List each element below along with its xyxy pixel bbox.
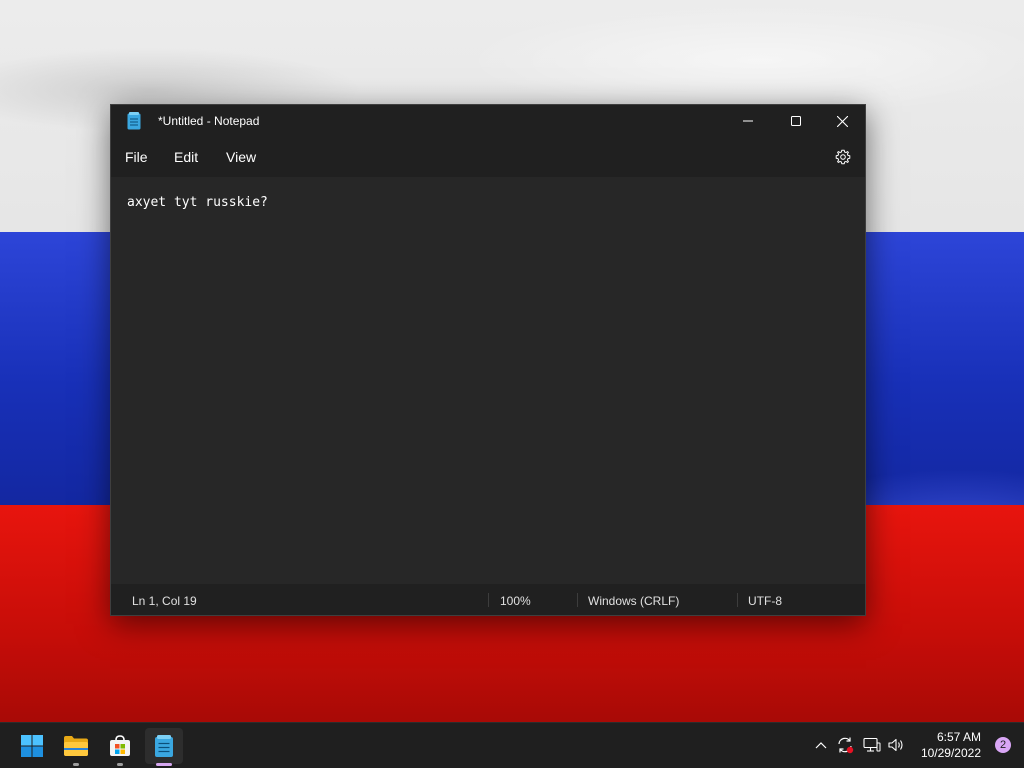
- minimize-button[interactable]: [725, 105, 771, 137]
- sync-icon: [838, 737, 854, 754]
- volume-button[interactable]: [887, 735, 907, 755]
- running-indicator: [117, 763, 123, 766]
- microsoft-store-button[interactable]: [101, 728, 139, 766]
- menu-file[interactable]: File: [125, 149, 148, 165]
- notepad-app-icon: [127, 112, 141, 130]
- menu-bar: File Edit View: [111, 137, 865, 177]
- text-editor-area[interactable]: axyet tyt russkie?: [111, 177, 865, 585]
- volume-icon: [888, 738, 903, 752]
- taskbar: 6:57 AM 10/29/2022 2: [0, 722, 1024, 768]
- maximize-button[interactable]: [773, 105, 819, 137]
- status-cursor-position: Ln 1, Col 19: [132, 594, 197, 608]
- notepad-icon: [155, 735, 173, 757]
- network-button[interactable]: [862, 735, 882, 755]
- file-explorer-button[interactable]: [57, 728, 95, 766]
- status-divider: [577, 593, 578, 607]
- status-zoom: 100%: [500, 594, 531, 608]
- status-encoding: UTF-8: [748, 594, 782, 608]
- maximize-icon: [791, 116, 801, 126]
- clock-date: 10/29/2022: [920, 746, 981, 760]
- running-indicator: [73, 763, 79, 766]
- settings-gear-icon[interactable]: [835, 149, 851, 165]
- clock[interactable]: 6:57 AM 10/29/2022: [921, 729, 981, 761]
- title-bar[interactable]: *Untitled - Notepad: [111, 105, 865, 137]
- status-bar: Ln 1, Col 19 100% Windows (CRLF) UTF-8: [111, 584, 865, 615]
- microsoft-store-icon: [110, 735, 130, 756]
- active-indicator: [156, 763, 172, 766]
- close-icon: [836, 115, 848, 127]
- status-divider: [737, 593, 738, 607]
- notepad-taskbar-button[interactable]: [145, 728, 183, 766]
- status-line-ending: Windows (CRLF): [588, 594, 680, 608]
- notepad-window: *Untitled - Notepad File Edit View axyet…: [110, 104, 866, 616]
- start-button[interactable]: [13, 728, 51, 764]
- status-divider: [488, 593, 489, 607]
- network-icon: [863, 737, 881, 752]
- minimize-icon: [743, 120, 753, 122]
- windows-start-icon: [21, 735, 43, 757]
- file-explorer-icon: [64, 736, 88, 756]
- notification-badge[interactable]: 2: [995, 737, 1011, 753]
- clock-time: 6:57 AM: [936, 730, 981, 744]
- close-button[interactable]: [819, 105, 865, 137]
- window-title: *Untitled - Notepad: [158, 114, 260, 128]
- menu-edit[interactable]: Edit: [174, 149, 198, 165]
- show-hidden-icons-button[interactable]: [811, 735, 831, 755]
- chevron-up-icon: [815, 742, 827, 749]
- menu-view[interactable]: View: [226, 149, 256, 165]
- sync-status-button[interactable]: [835, 735, 855, 755]
- editor-content[interactable]: axyet tyt russkie?: [127, 195, 268, 210]
